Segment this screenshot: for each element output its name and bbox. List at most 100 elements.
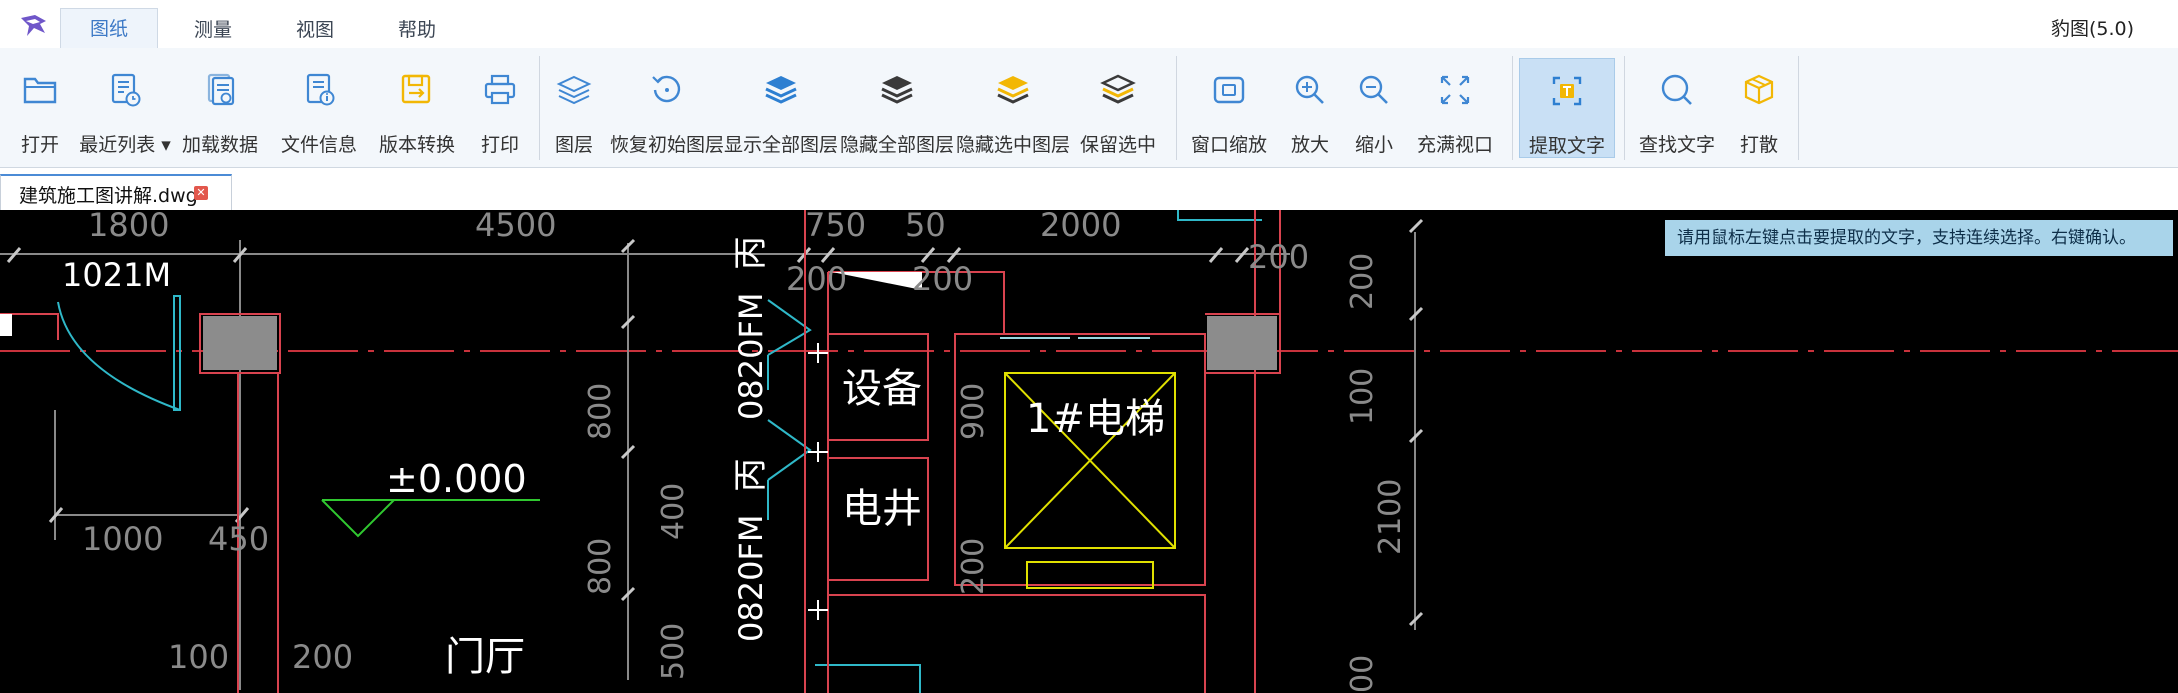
recent-list-icon [111,73,141,107]
extract-text-button[interactable]: 提取文字 [1519,58,1615,158]
cad-text: 1800 [88,210,169,244]
app-logo-icon [21,15,46,36]
print-button[interactable]: 打印 [468,58,532,158]
document-tab-strip: 建筑施工图讲解.dwg ✕ [0,168,2178,211]
cad-text: 1#电梯 [1026,396,1165,442]
restore-layers-icon [652,75,681,103]
window-zoom-label: 窗口缩放 [1190,134,1267,156]
layers-button[interactable]: 图层 [544,58,604,158]
drawing-canvas[interactable]: 1800 4500 750 50 2000 200 200 200 1000 4… [0,210,2178,693]
hide-all-layers-button[interactable]: 隐藏全部图层 [840,58,954,158]
cad-text: 设备 [842,366,922,412]
version-convert-icon [401,74,431,104]
fit-viewport-button[interactable]: 充满视口 [1408,58,1502,158]
show-all-layers-button[interactable]: 显示全部图层 [724,58,838,158]
cad-text: 丙 [731,458,771,492]
cad-drawing: 1800 4500 750 50 2000 200 200 200 1000 4… [0,210,2178,693]
hide-all-layers-icon [881,76,913,104]
layers-icon [556,75,592,105]
load-data-icon [207,73,235,106]
zoom-out-icon [1359,75,1388,104]
find-text-icon [1661,74,1692,105]
restore-layers-button[interactable]: 恢复初始图层 [606,58,728,158]
keep-selected-layers-icon [1100,74,1136,104]
tab-drawing[interactable]: 图纸 [60,8,158,49]
keep-selected-layers-button[interactable]: 保留选中 [1072,58,1164,158]
hide-selected-layers-button[interactable]: 隐藏选中图层 [956,58,1070,158]
extract-text-hint: 请用鼠标左键点击要提取的文字，支持连续选择。右键确认。 [1665,220,2173,256]
tab-view[interactable]: 视图 [272,10,358,48]
zoom-out-button[interactable]: 缩小 [1344,58,1404,158]
cad-text: 1000 [82,520,163,558]
ribbon-separator [1176,56,1177,160]
print-label: 打印 [480,134,519,156]
find-text-label: 查找文字 [1638,134,1715,156]
cad-text: 00 [1345,655,1380,693]
menu-bar: 图纸 测量 视图 帮助 豹图(5.0) [0,0,2178,49]
cad-text: 800 [583,383,618,440]
version-convert-button[interactable]: 版本转换 [374,58,460,158]
cad-text: 200 [1248,238,1309,276]
file-info-button[interactable]: 文件信息 [276,58,362,158]
cad-text: 电井 [842,486,922,532]
explode-button[interactable]: 打散 [1726,58,1792,158]
cad-text: 0820FM [732,515,770,642]
fit-viewport-icon [1440,75,1470,105]
cad-text: ±0.000 [386,457,527,501]
load-data-button[interactable]: 加载数据 [178,58,262,158]
cad-text: 丙 [731,236,771,270]
explode-label: 打散 [1739,134,1778,156]
version-convert-label: 版本转换 [378,134,455,156]
cad-text: 200 [1345,253,1380,310]
extract-text-icon [1552,76,1582,106]
zoom-out-label: 缩小 [1354,134,1393,156]
cad-text: 200 [292,638,353,676]
ribbon-separator [539,56,540,160]
tab-help[interactable]: 帮助 [374,10,460,48]
cad-text: 900 [956,383,991,440]
ribbon-separator [1798,56,1799,160]
document-tab[interactable]: 建筑施工图讲解.dwg ✕ [0,174,232,210]
app-title: 豹图(5.0) [2050,18,2134,40]
ribbon-toolbar: 打开 最近列表 ▾ 加载数据 文件信息 版本转换 打印 图层 恢复初始图层 显示… [0,48,2178,168]
cad-text: 200 [786,260,847,298]
hide-selected-layers-label: 隐藏选中图层 [956,134,1071,156]
hide-all-layers-label: 隐藏全部图层 [840,134,955,156]
cad-text: 2000 [1040,210,1121,244]
cad-text: 1021M [62,256,171,294]
hide-selected-layers-icon [997,76,1029,104]
cad-text: 500 [656,623,691,680]
folder-icon [23,77,57,104]
explode-icon [1744,74,1774,105]
document-tab-label: 建筑施工图讲解.dwg [19,185,198,207]
cad-text: 100 [1345,368,1380,425]
load-data-label: 加载数据 [181,134,258,156]
recent-list-label: 最近列表 ▾ [79,134,171,156]
cad-text: 450 [208,520,269,558]
cad-text: 200 [912,260,973,298]
cad-text: 2100 [1373,479,1408,555]
cad-text: 50 [905,210,946,244]
zoom-in-button[interactable]: 放大 [1280,58,1340,158]
find-text-button[interactable]: 查找文字 [1632,58,1722,158]
tab-measure[interactable]: 测量 [170,10,256,48]
fit-viewport-label: 充满视口 [1416,134,1493,156]
cad-text: 0820FM [732,293,770,420]
open-button[interactable]: 打开 [8,58,72,158]
extract-text-label: 提取文字 [1528,135,1605,157]
zoom-in-icon [1295,75,1324,104]
open-label: 打开 [20,134,59,156]
close-icon[interactable]: ✕ [194,186,208,200]
keep-selected-layers-label: 保留选中 [1079,134,1156,156]
recent-list-button[interactable]: 最近列表 ▾ [76,58,174,158]
window-zoom-icon [1213,76,1245,104]
restore-layers-label: 恢复初始图层 [609,134,724,156]
layers-label: 图层 [554,134,593,156]
cad-text: 400 [656,483,691,540]
window-zoom-button[interactable]: 窗口缩放 [1186,58,1272,158]
cad-text: 100 [168,638,229,676]
cad-text: 800 [583,538,618,595]
zoom-in-label: 放大 [1290,134,1329,156]
cad-text: 4500 [475,210,556,244]
ribbon-separator [1624,56,1625,160]
